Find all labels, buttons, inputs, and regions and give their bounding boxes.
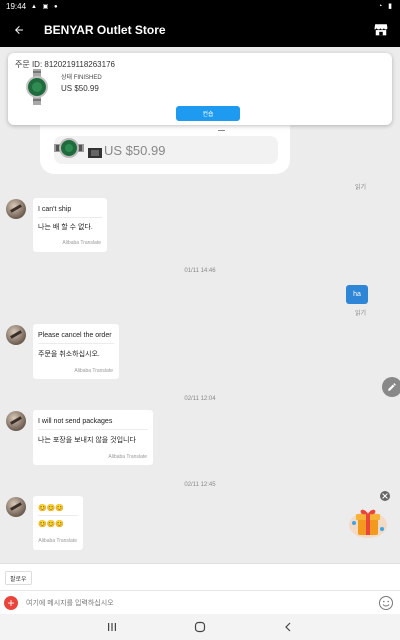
emoji-icon[interactable] bbox=[378, 595, 394, 611]
translator-label: Alibaba Translate bbox=[38, 538, 77, 544]
back-icon[interactable] bbox=[281, 620, 295, 634]
store-title: BENYAR Outlet Store bbox=[44, 22, 166, 37]
seller-avatar[interactable] bbox=[6, 199, 26, 219]
seller-avatar[interactable] bbox=[6, 411, 26, 431]
box-thumbnail bbox=[88, 148, 102, 158]
recents-icon[interactable] bbox=[105, 620, 119, 634]
received-message[interactable]: I will not send packages 나는 포장을 보내지 않을 것… bbox=[33, 410, 153, 465]
system-nav-bar bbox=[0, 614, 400, 640]
divider bbox=[38, 515, 78, 516]
message-translation: 😊😊😊 bbox=[38, 521, 65, 528]
timestamp: 02/11 12:04 bbox=[184, 396, 216, 402]
translator-label: Alibaba Translate bbox=[62, 240, 101, 246]
app-bar: BENYAR Outlet Store bbox=[0, 12, 400, 47]
order-status: 상태 FINISHED bbox=[61, 75, 102, 81]
received-message[interactable]: I can't ship 나는 배 할 수 없다. Alibaba Transl… bbox=[33, 198, 107, 252]
edit-icon[interactable] bbox=[382, 377, 400, 397]
timestamp: 02/11 12:45 bbox=[184, 482, 216, 488]
store-icon[interactable] bbox=[372, 21, 390, 39]
message-input[interactable] bbox=[26, 595, 366, 611]
quick-reply-bar: 팔로우 bbox=[0, 563, 400, 590]
divider bbox=[38, 429, 148, 430]
read-receipt: 읽기 bbox=[355, 185, 367, 191]
message-translation: 나는 포장을 보내지 않을 것입니다 bbox=[38, 437, 136, 444]
message-translation: 주문을 취소하십시오. bbox=[38, 351, 100, 358]
close-icon[interactable] bbox=[380, 491, 390, 501]
follow-chip[interactable]: 팔로우 bbox=[5, 571, 32, 585]
message-translation: 나는 배 할 수 없다. bbox=[38, 224, 93, 231]
message-input-bar: + bbox=[0, 590, 400, 614]
read-receipt: 읽기 bbox=[355, 311, 367, 317]
home-icon[interactable] bbox=[193, 620, 207, 634]
status-bar: 19:44 ▲ ▣ ● ◔ ▮ bbox=[0, 0, 400, 12]
notification-icons: ▲ ▣ ● bbox=[31, 3, 60, 10]
order-price: US $50.99 bbox=[61, 84, 99, 93]
order-card[interactable]: 주문 ID: 8120219118263176 상태 FINISHED US $… bbox=[8, 53, 392, 125]
received-message[interactable]: 😊😊😊 😊😊😊 Alibaba Translate bbox=[33, 496, 83, 550]
confirm-button[interactable]: 컨숍 bbox=[176, 106, 240, 121]
message-original: Please cancel the order bbox=[38, 332, 112, 339]
watch-thumbnail bbox=[54, 138, 84, 158]
watch-thumbnail bbox=[26, 69, 48, 105]
gift-icon[interactable] bbox=[348, 503, 388, 539]
sent-message[interactable]: ha bbox=[346, 285, 368, 304]
message-original: I can't ship bbox=[38, 206, 72, 213]
divider bbox=[38, 343, 114, 344]
signal-battery-icon: ◔ ▮ bbox=[377, 3, 394, 10]
back-arrow-icon[interactable] bbox=[10, 21, 28, 39]
translator-label: Alibaba Translate bbox=[74, 368, 113, 374]
seller-avatar[interactable] bbox=[6, 497, 26, 517]
message-original: I will not send packages bbox=[38, 418, 113, 425]
add-icon[interactable]: + bbox=[4, 596, 18, 610]
timestamp: 01/11 14:46 bbox=[184, 268, 216, 274]
product-price: US $50.99 bbox=[104, 143, 166, 158]
status-time: 19:44 bbox=[6, 1, 27, 11]
received-message[interactable]: Please cancel the order 주문을 취소하십시오. Alib… bbox=[33, 324, 119, 379]
divider bbox=[218, 130, 225, 131]
translator-label: Alibaba Translate bbox=[108, 454, 147, 460]
divider bbox=[38, 217, 102, 218]
seller-avatar[interactable] bbox=[6, 325, 26, 345]
message-original: 😊😊😊 bbox=[38, 505, 65, 512]
